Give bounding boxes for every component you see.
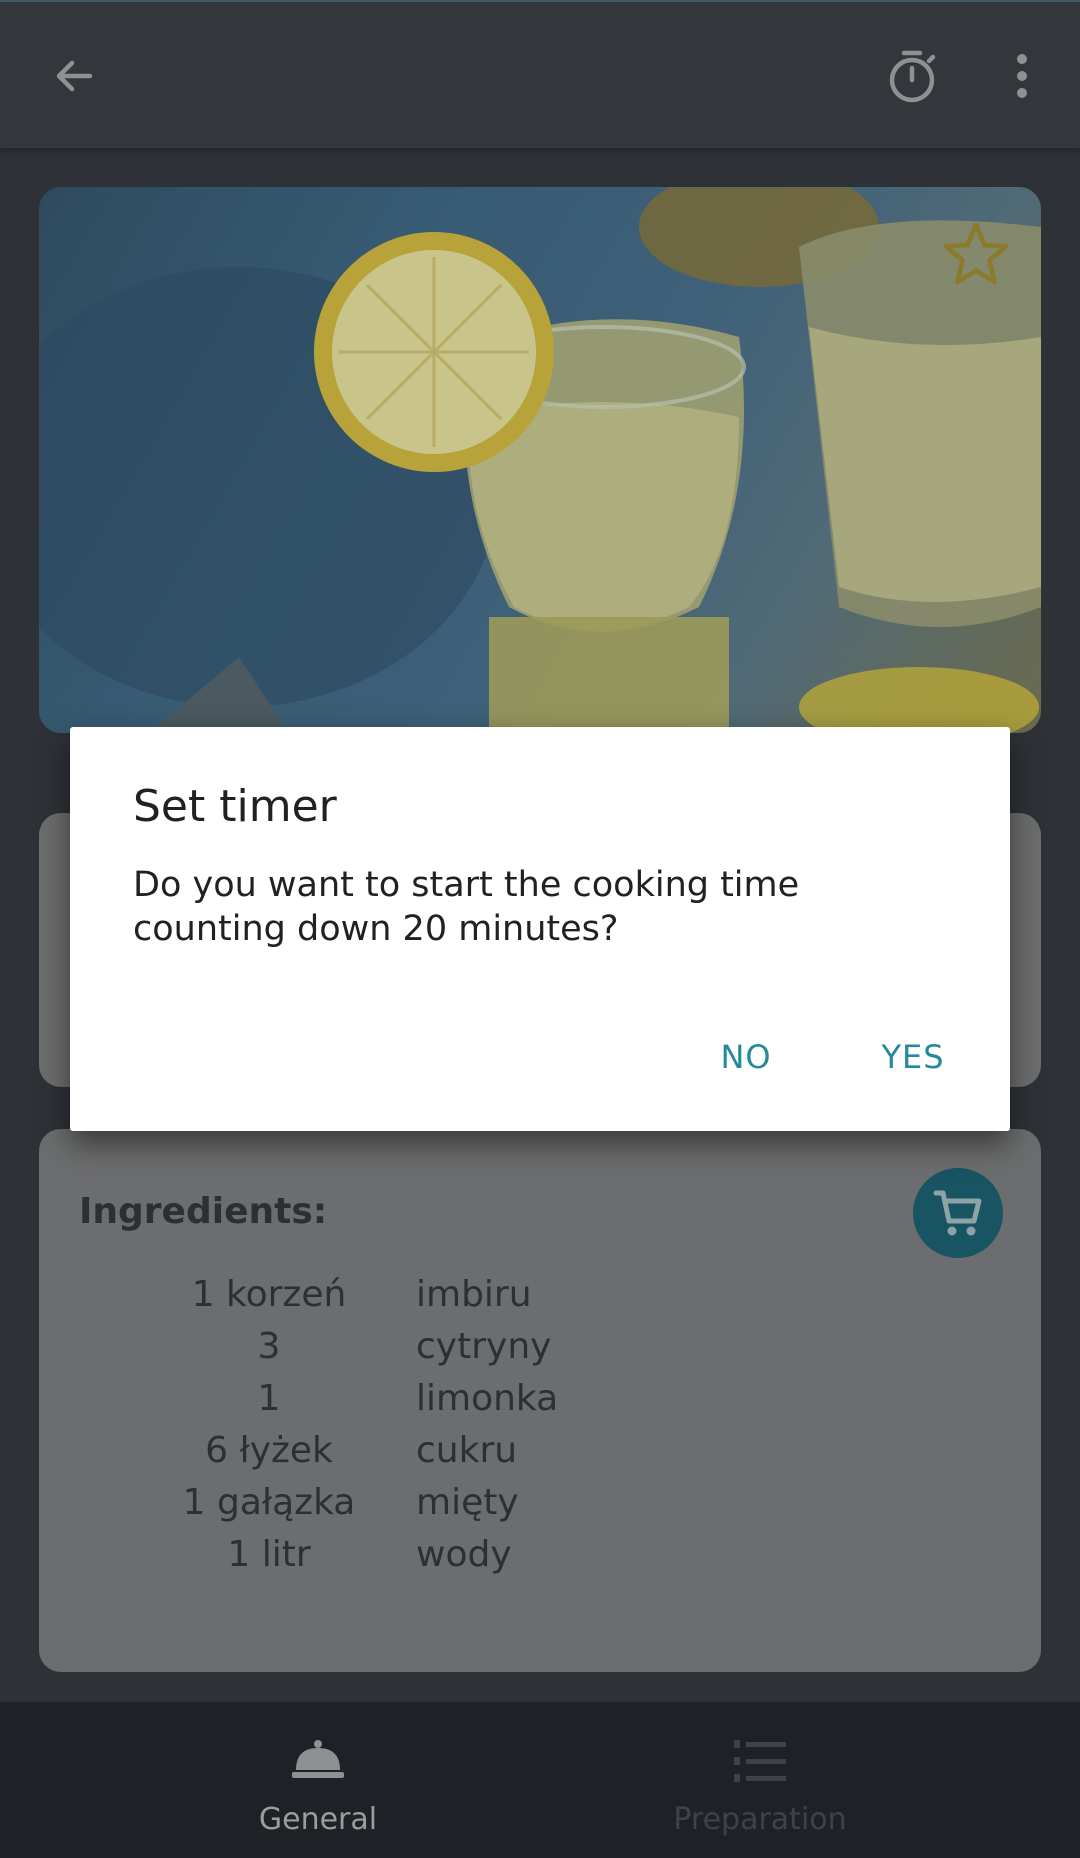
recipe-screen: Ingredients: 1 korzeń imbiru 3 cytryny 1…: [0, 0, 1080, 1858]
yes-button[interactable]: YES: [848, 1027, 978, 1087]
dialog-message: Do you want to start the cooking time co…: [133, 865, 800, 949]
dialog-title: Set timer: [133, 781, 337, 832]
no-button[interactable]: NO: [690, 1027, 802, 1087]
set-timer-dialog: Set timer Do you want to start the cooki…: [70, 727, 1010, 1131]
